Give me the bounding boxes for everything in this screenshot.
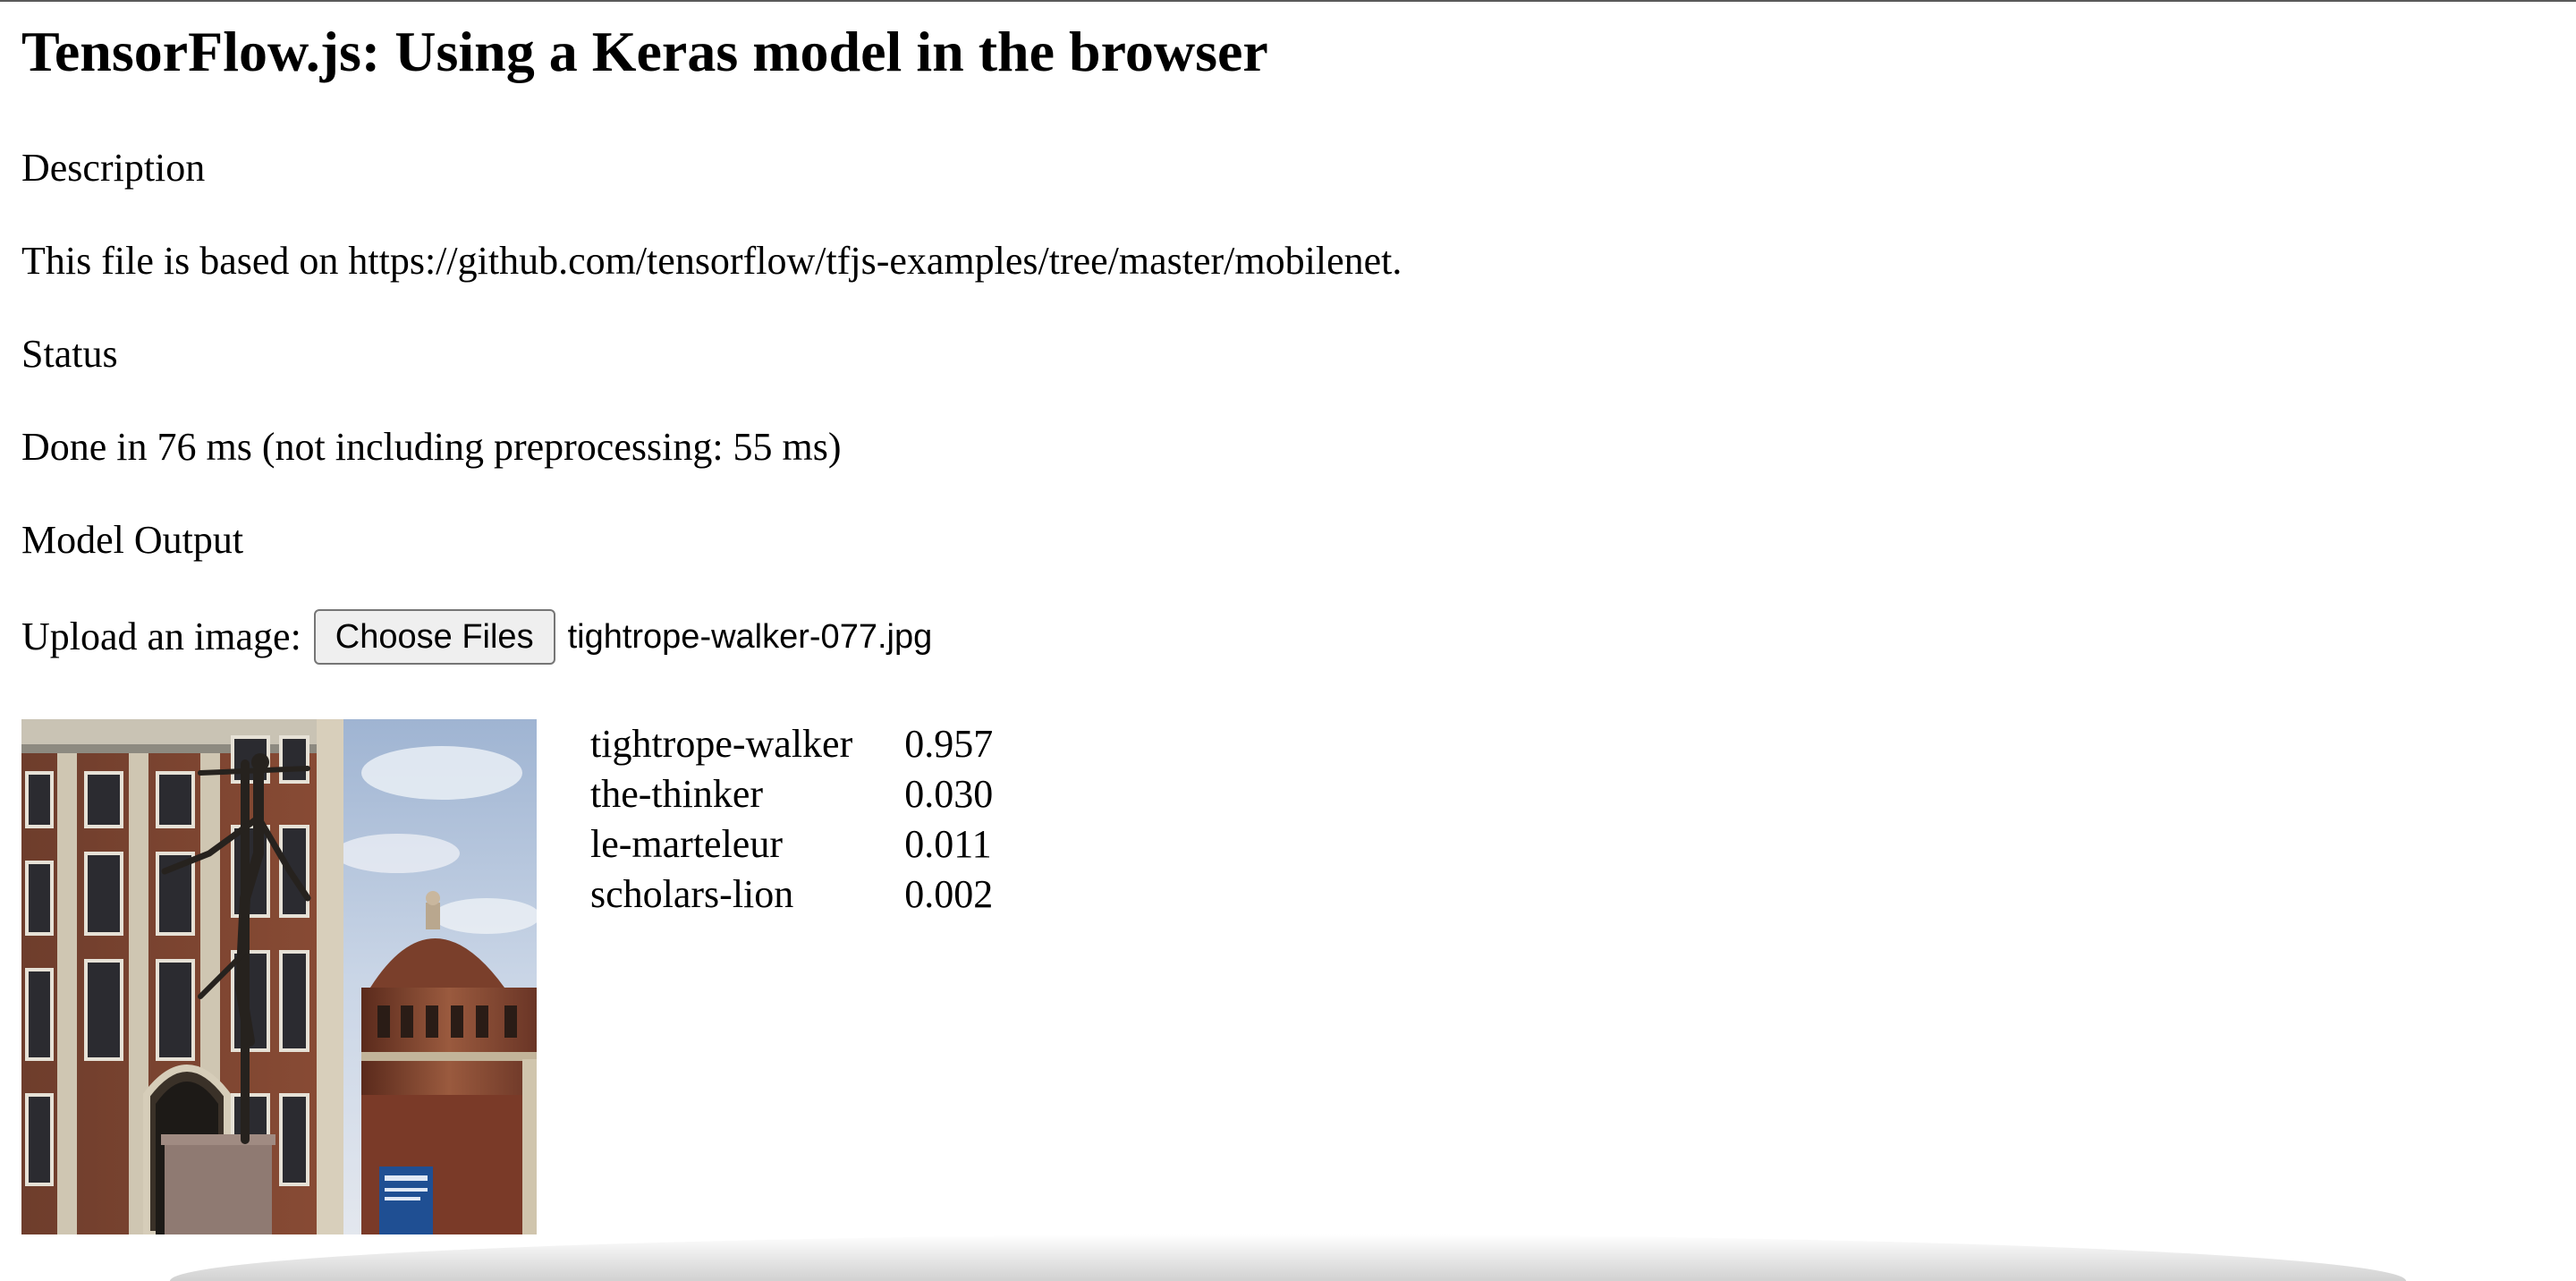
table-row: scholars-lion 0.002: [590, 870, 993, 920]
prediction-score: 0.011: [904, 822, 992, 866]
page-title: TensorFlow.js: Using a Keras model in th…: [21, 20, 1268, 83]
window-bottom-shadow: [170, 1234, 2406, 1281]
prediction-label: le-marteleur: [590, 822, 783, 866]
choose-files-button[interactable]: Choose Files: [313, 609, 555, 665]
uploaded-image-preview: [21, 719, 537, 1234]
prediction-label: the-thinker: [590, 772, 764, 816]
prediction-label: scholars-lion: [590, 872, 794, 916]
prediction-label: tightrope-walker: [590, 722, 853, 766]
prediction-score: 0.957: [904, 722, 994, 766]
description-heading: Description: [21, 146, 206, 190]
table-row: le-marteleur 0.011: [590, 819, 993, 870]
selected-file-name: tightrope-walker-077.jpg: [567, 617, 933, 656]
table-row: the-thinker 0.030: [590, 769, 993, 819]
upload-row: Upload an image: Choose Files tightrope-…: [21, 608, 932, 666]
upload-label: Upload an image:: [21, 615, 301, 658]
predictions-table: tightrope-walker 0.957 the-thinker 0.030…: [590, 719, 993, 920]
status-text: Done in 76 ms (not including preprocessi…: [21, 425, 842, 469]
description-text: This file is based on https://github.com…: [21, 239, 1402, 283]
page: TensorFlow.js: Using a Keras model in th…: [0, 0, 2576, 1281]
status-heading: Status: [21, 332, 118, 376]
prediction-score: 0.030: [904, 772, 994, 816]
table-row: tightrope-walker 0.957: [590, 719, 993, 769]
model-output-heading: Model Output: [21, 518, 244, 562]
prediction-score: 0.002: [904, 872, 994, 916]
